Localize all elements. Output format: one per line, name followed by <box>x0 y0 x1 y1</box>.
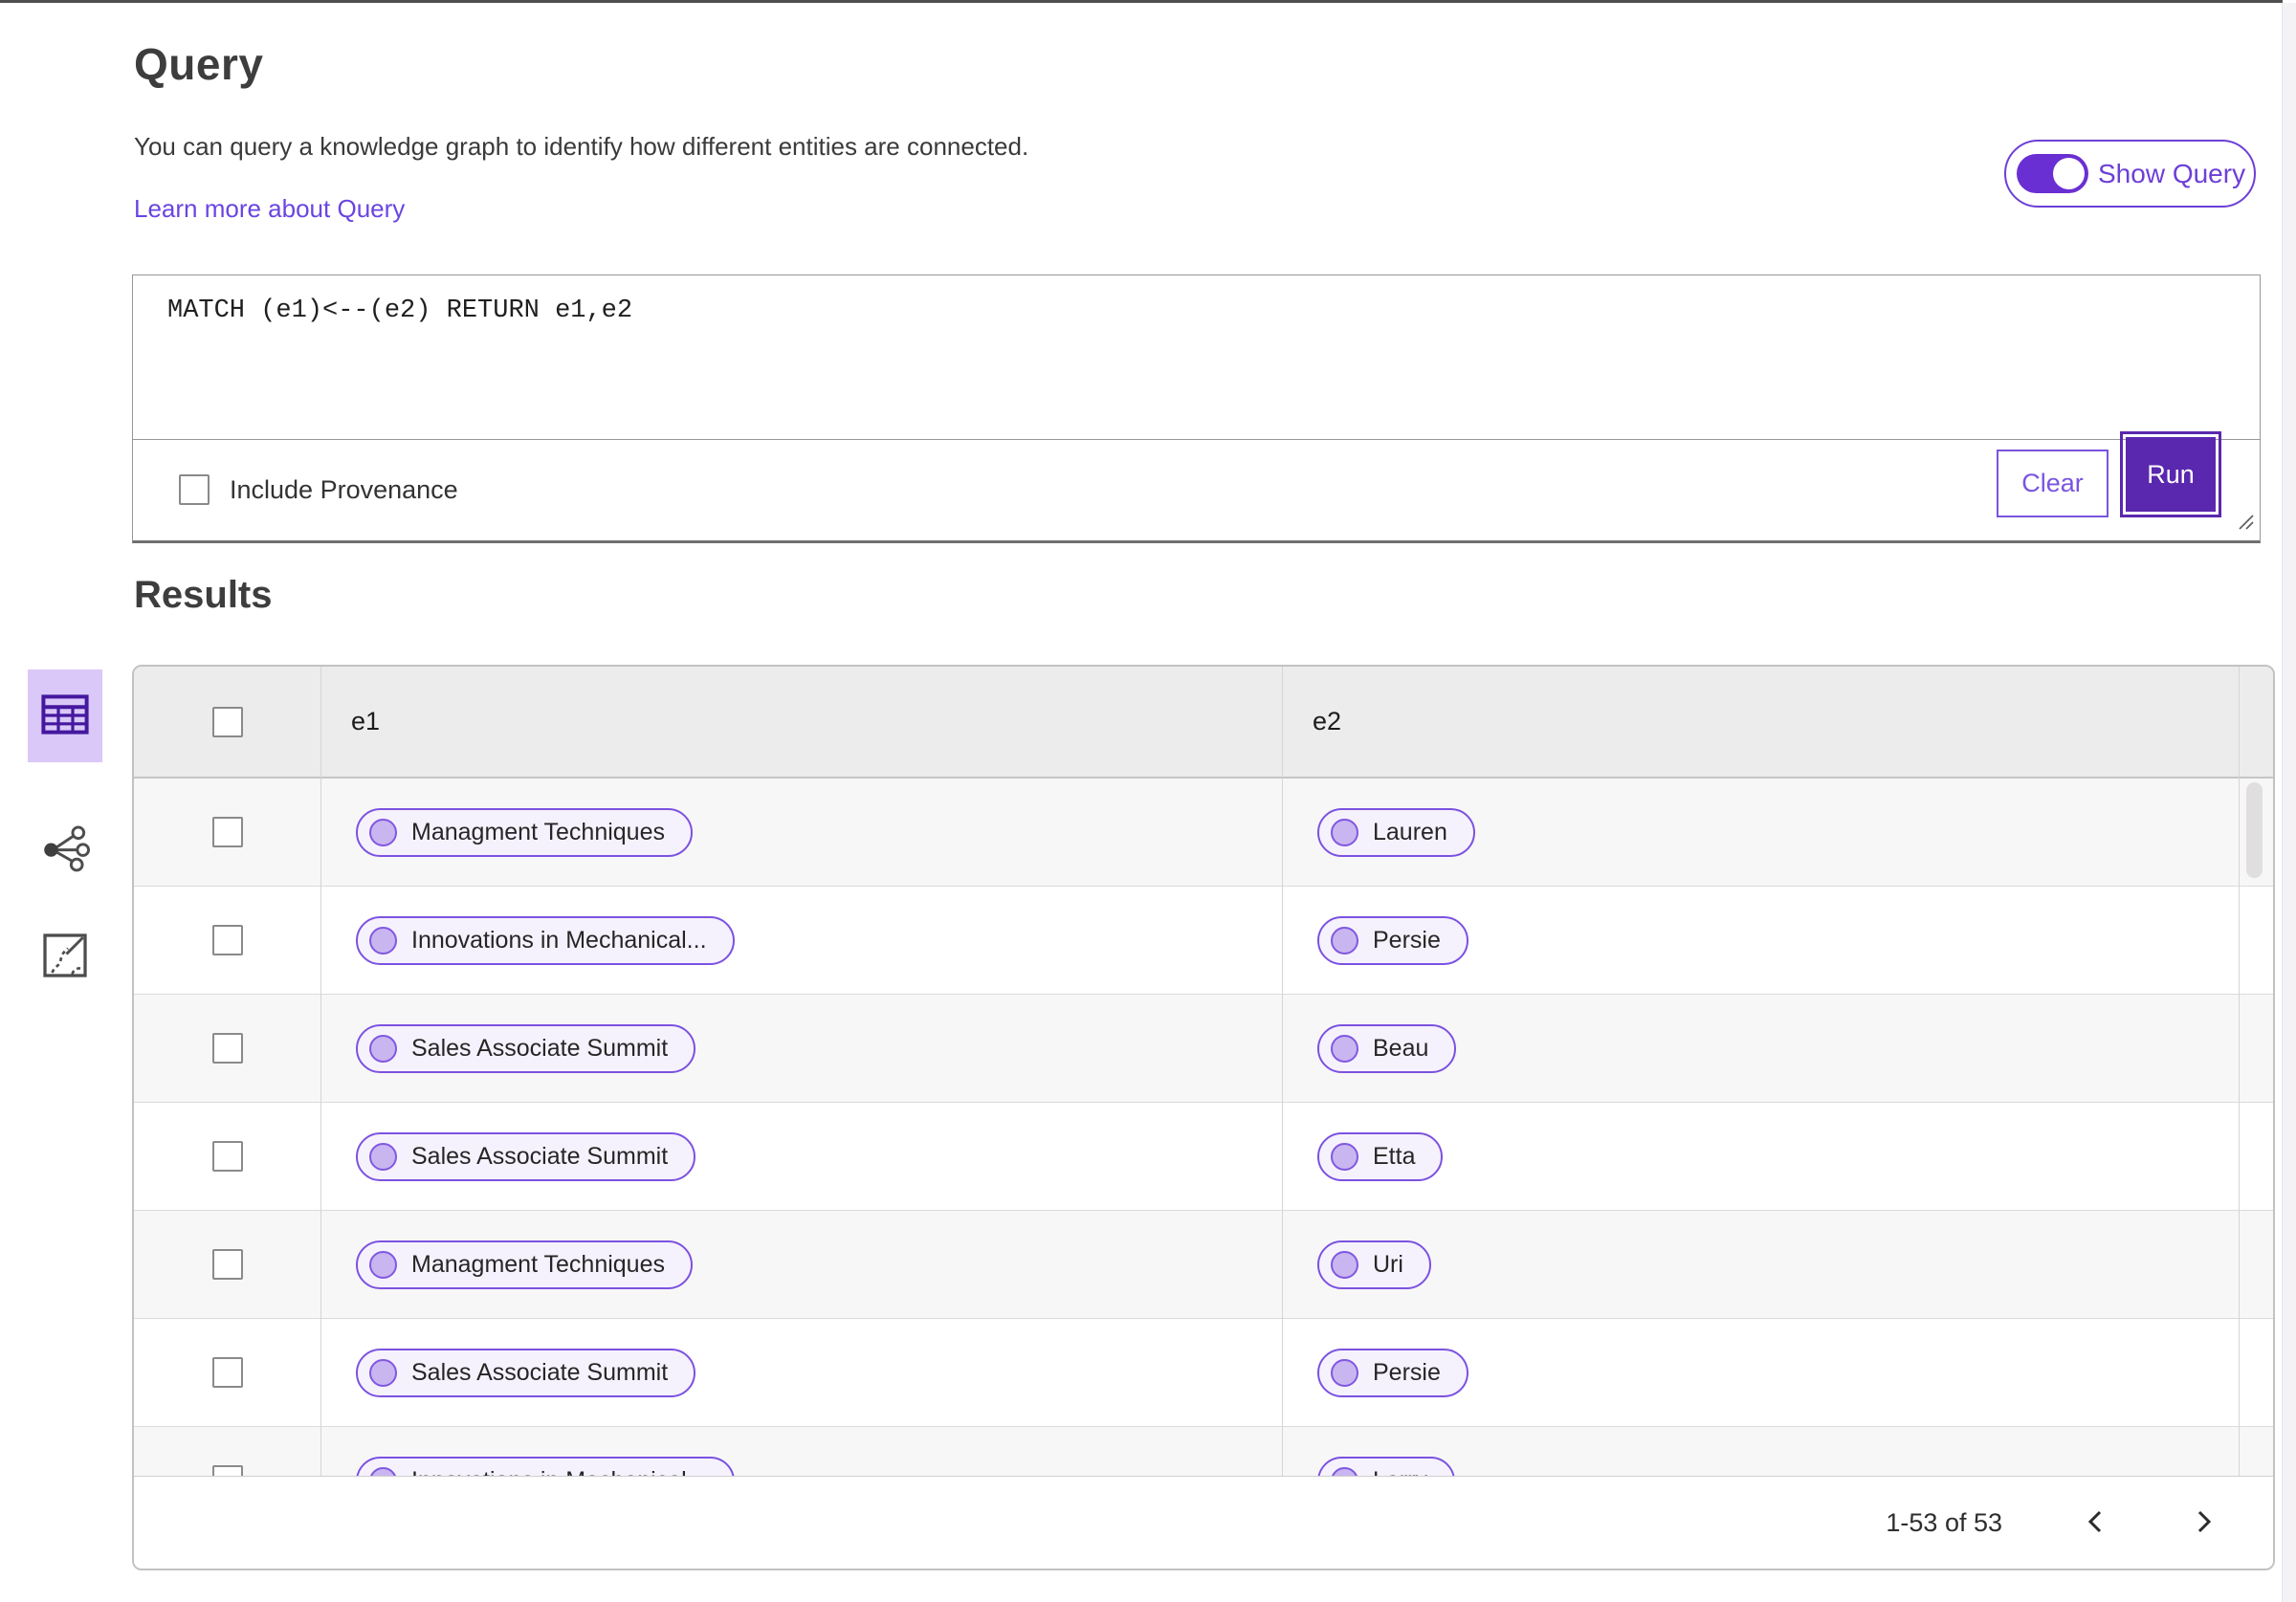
table-row: Managment Techniques Lauren <box>134 779 2273 887</box>
page-title: Query <box>134 39 264 89</box>
next-page-button[interactable] <box>2188 1506 2220 1539</box>
query-actions-bar: Include Provenance Clear Run <box>133 431 2260 539</box>
view-table-button[interactable] <box>28 669 102 762</box>
entity-node-icon <box>369 818 397 846</box>
row-checkbox[interactable] <box>211 1141 243 1172</box>
pagination-range-label: 1-53 of 53 <box>1886 1507 2002 1537</box>
pill-label: Etta <box>1373 1142 1416 1170</box>
provenance-checkbox[interactable] <box>179 474 210 505</box>
minimap-view-icon <box>42 933 88 981</box>
page-description: You can query a knowledge graph to ident… <box>134 132 1029 161</box>
entity-pill-e2[interactable]: Larry <box>1317 1456 1455 1478</box>
column-divider <box>1282 667 1283 1478</box>
scrollbar-track-divider <box>2239 667 2240 1478</box>
column-header-e2: e2 <box>1313 707 1342 735</box>
entity-pill-e1[interactable]: Managment Techniques <box>356 807 693 857</box>
table-row: Innovations in Mechanical... Persie <box>134 887 2273 995</box>
entity-node-icon <box>1331 1358 1358 1387</box>
query-page: Query You can query a knowledge graph to… <box>0 0 2296 1602</box>
view-graph-button[interactable] <box>28 811 102 888</box>
entity-pill-e2[interactable]: Beau <box>1317 1023 1457 1073</box>
row-checkbox[interactable] <box>211 1033 243 1064</box>
previous-page-button[interactable] <box>2079 1506 2111 1539</box>
row-checkbox[interactable] <box>211 1357 243 1388</box>
table-row: Managment Techniques Uri <box>134 1211 2273 1319</box>
column-divider <box>320 667 321 1478</box>
entity-node-icon <box>1331 1034 1358 1063</box>
entity-node-icon <box>369 1250 397 1279</box>
show-query-label: Show Query <box>2098 158 2246 188</box>
learn-more-link[interactable]: Learn more about Query <box>134 194 405 224</box>
pill-label: Managment Techniques <box>411 1250 665 1278</box>
entity-node-icon <box>369 1358 397 1387</box>
table-view-icon <box>41 694 89 737</box>
show-query-toggle[interactable]: Show Query <box>2004 140 2256 208</box>
entity-pill-e1[interactable]: Innovations in Mechanical... <box>356 915 735 965</box>
entity-pill-e1[interactable]: Managment Techniques <box>356 1240 693 1289</box>
table-scrollbar-thumb[interactable] <box>2246 782 2263 878</box>
entity-pill-e1[interactable]: Sales Associate Summit <box>356 1023 696 1073</box>
pill-label: Beau <box>1373 1034 1429 1062</box>
entity-node-icon <box>369 1034 397 1063</box>
entity-node-icon <box>1331 926 1358 955</box>
top-border <box>0 0 2283 3</box>
view-minimap-button[interactable] <box>28 918 102 995</box>
pill-label: Persie <box>1373 926 1441 954</box>
entity-node-icon <box>1331 1250 1358 1279</box>
pill-label: Managment Techniques <box>411 818 665 845</box>
entity-node-icon <box>1331 1142 1358 1171</box>
query-panel: MATCH (e1)<--(e2) RETURN e1,e2 Include P… <box>132 274 2261 543</box>
table-row: Innovations in Mechanical... Larry <box>134 1427 2273 1478</box>
entity-pill-e1[interactable]: Sales Associate Summit <box>356 1131 696 1181</box>
entity-pill-e1[interactable]: Innovations in Mechanical... <box>356 1456 735 1478</box>
run-button[interactable]: Run <box>2120 431 2221 517</box>
pill-label: Sales Associate Summit <box>411 1142 669 1170</box>
entity-pill-e2[interactable]: Etta <box>1317 1131 1444 1181</box>
entity-pill-e2[interactable]: Uri <box>1317 1240 1431 1289</box>
pill-label: Sales Associate Summit <box>411 1034 669 1062</box>
row-checkbox[interactable] <box>211 1249 243 1280</box>
include-provenance-option[interactable]: Include Provenance <box>179 474 458 505</box>
toggle-switch-icon[interactable] <box>2017 154 2088 193</box>
entity-node-icon <box>369 1142 397 1171</box>
pill-label: Uri <box>1373 1250 1403 1278</box>
pill-label: Innovations in Mechanical... <box>411 926 707 954</box>
results-title: Results <box>134 574 273 616</box>
provenance-label: Include Provenance <box>230 474 458 504</box>
entity-node-icon <box>369 926 397 955</box>
results-table: e1 e2 Managment Techniques Lauren Innova… <box>132 665 2275 1570</box>
column-header-e1: e1 <box>351 707 381 735</box>
clear-button[interactable]: Clear <box>1997 450 2108 517</box>
entity-pill-e2[interactable]: Persie <box>1317 915 1468 965</box>
entity-pill-e2[interactable]: Persie <box>1317 1348 1468 1397</box>
table-footer: 1-53 of 53 <box>134 1476 2273 1569</box>
graph-view-icon <box>40 823 90 876</box>
table-header-row: e1 e2 <box>134 667 2273 779</box>
pill-label: Persie <box>1373 1358 1441 1386</box>
table-row: Sales Associate Summit Etta <box>134 1103 2273 1211</box>
table-body: Managment Techniques Lauren Innovations … <box>134 779 2273 1478</box>
page-scrollbar[interactable] <box>2282 3 2296 1602</box>
entity-node-icon <box>1331 818 1358 846</box>
chevron-right-icon <box>2196 1508 2213 1538</box>
table-row: Sales Associate Summit Beau <box>134 995 2273 1103</box>
row-checkbox[interactable] <box>211 925 243 955</box>
table-row: Sales Associate Summit Persie <box>134 1319 2273 1427</box>
toggle-knob <box>2053 158 2085 189</box>
pill-label: Lauren <box>1373 818 1447 845</box>
select-all-checkbox[interactable] <box>211 706 243 737</box>
pill-label: Sales Associate Summit <box>411 1358 669 1386</box>
chevron-left-icon <box>2086 1508 2104 1538</box>
entity-pill-e1[interactable]: Sales Associate Summit <box>356 1348 696 1397</box>
row-checkbox[interactable] <box>211 817 243 847</box>
entity-pill-e2[interactable]: Lauren <box>1317 807 1475 857</box>
query-editor-input[interactable]: MATCH (e1)<--(e2) RETURN e1,e2 <box>133 275 2260 440</box>
